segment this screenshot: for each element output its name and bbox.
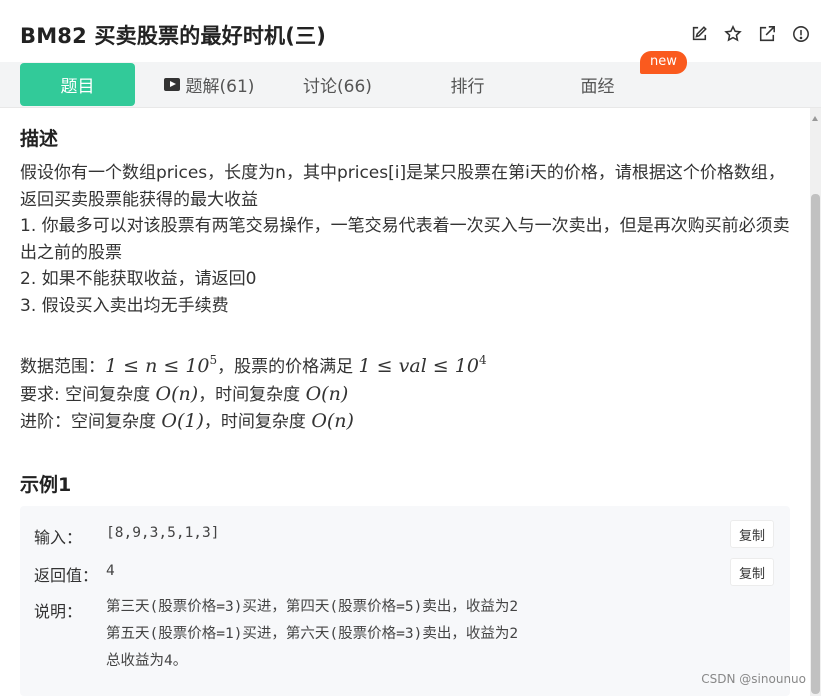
scroll-up-arrow-icon[interactable]: [812, 116, 818, 121]
description-item: 1. 你最多可以对该股票有两笔交易操作，一笔交易代表着一次买入与一次卖出，但是再…: [20, 216, 790, 263]
advanced-line: 进阶：空间复杂度 O(1)，时间复杂度 O(n): [20, 408, 790, 436]
info-icon[interactable]: [791, 24, 811, 44]
example-box: 输入： [8,9,3,5,1,3] 复制 返回值： 4 复制 说明： 第三天(股…: [20, 506, 790, 696]
external-link-icon[interactable]: [757, 24, 777, 44]
tab-label: 排行: [450, 76, 485, 97]
problem-title: BM82 买卖股票的最好时机(三): [20, 24, 327, 48]
description-body: 假设你有一个数组prices，长度为n，其中prices[i]是某只股票在第i天…: [20, 160, 790, 436]
tab-label: 题目: [60, 77, 95, 97]
edit-icon[interactable]: [689, 24, 709, 44]
tab-solutions[interactable]: 题解(61): [150, 62, 268, 106]
requirement-label: 要求: 空间复杂度: [20, 384, 156, 405]
tab-problem[interactable]: 题目: [20, 63, 135, 106]
new-badge: new: [640, 51, 687, 74]
return-label: 返回值：: [34, 566, 99, 585]
time-complexity: O(n): [305, 382, 349, 405]
range-expr: 1 ≤ n ≤ 10: [105, 355, 210, 377]
copy-input-button[interactable]: 复制: [730, 520, 774, 548]
tab-label: 讨论(66): [303, 76, 372, 97]
description-para: 假设你有一个数组prices，长度为n，其中prices[i]是某只股票在第i天…: [20, 163, 785, 210]
page-header: BM82 买卖股票的最好时机(三): [0, 0, 821, 62]
tab-discussion[interactable]: 讨论(66): [280, 62, 395, 106]
range-exponent: 4: [478, 353, 487, 367]
advanced-label: 进阶：空间复杂度: [20, 412, 162, 432]
explain-line: 总收益为4。: [106, 653, 188, 669]
video-icon: [163, 77, 180, 91]
return-value: 4: [106, 563, 115, 579]
range-expr: 1 ≤ val ≤ 10: [358, 355, 479, 377]
scroll-thumb[interactable]: [811, 194, 820, 694]
tab-label: 题解(61): [185, 76, 255, 97]
requirement-text: ，时间复杂度: [198, 384, 306, 405]
watermark: CSDN @sinounuo: [701, 672, 806, 686]
tab-label: 面经: [580, 76, 615, 97]
explain-line: 第五天(股票价格=1)买进，第六天(股票价格=3)卖出，收益为2: [106, 626, 519, 642]
description-item: 3. 假设买入卖出均无手续费: [20, 295, 229, 316]
advanced-text: ，时间复杂度: [203, 412, 312, 432]
tab-bar: 题目 题解(61) 讨论(66) 排行 面经: [0, 62, 821, 108]
explain-line: 第三天(股票价格=3)买进，第四天(股票价格=5)卖出，收益为2: [106, 599, 519, 615]
scrollbar[interactable]: [810, 108, 821, 696]
space-complexity: O(1): [161, 410, 204, 432]
copy-return-button[interactable]: 复制: [730, 558, 774, 586]
problem-content: 描述 假设你有一个数组prices，长度为n，其中prices[i]是某只股票在…: [0, 108, 810, 696]
range-text: ，股票的价格满足: [217, 357, 359, 377]
data-range-line: 数据范围：1 ≤ n ≤ 105，股票的价格满足 1 ≤ val ≤ 104: [20, 347, 790, 381]
tab-interview[interactable]: 面经: [540, 62, 655, 106]
requirement-line: 要求: 空间复杂度 O(n)，时间复杂度 O(n): [20, 381, 790, 409]
header-actions: [689, 24, 811, 44]
range-label: 数据范围：: [20, 357, 105, 377]
star-icon[interactable]: [723, 24, 743, 44]
input-value: [8,9,3,5,1,3]: [106, 525, 220, 541]
input-label: 输入：: [34, 528, 83, 547]
explain-label: 说明：: [34, 602, 83, 621]
tab-ranking[interactable]: 排行: [410, 62, 525, 106]
explain-text: 第三天(股票价格=3)买进，第四天(股票价格=5)卖出，收益为2 第五天(股票价…: [106, 594, 518, 675]
example-title: 示例1: [20, 474, 72, 496]
description-title: 描述: [20, 128, 59, 150]
range-exponent: 5: [209, 353, 218, 367]
description-item: 2. 如果不能获取收益，请返回0: [20, 269, 257, 289]
space-complexity: O(n): [155, 382, 199, 405]
time-complexity: O(n): [311, 410, 354, 432]
